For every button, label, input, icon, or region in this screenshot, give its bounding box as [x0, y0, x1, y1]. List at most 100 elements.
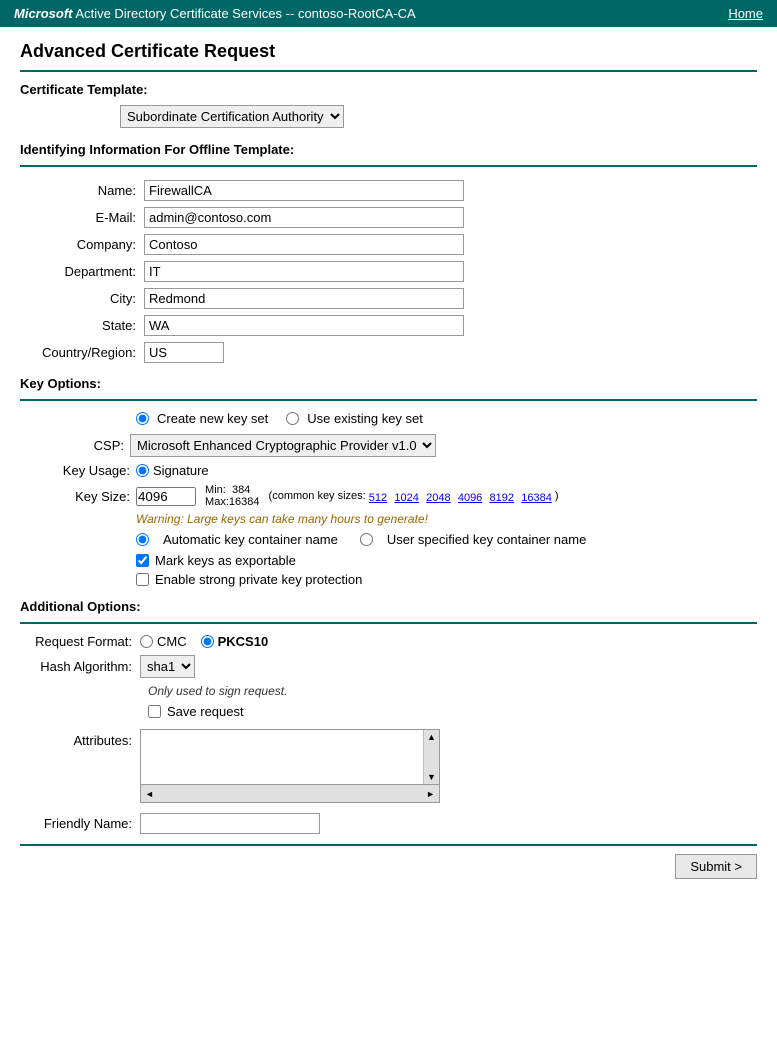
city-input[interactable]	[144, 288, 464, 309]
header-service: Active Directory Certificate Services	[75, 6, 282, 21]
attributes-textarea-outer: ▲ ▼	[140, 729, 440, 785]
friendly-name-label: Friendly Name:	[20, 816, 140, 831]
use-existing-keyset-radio[interactable]	[286, 412, 299, 425]
name-row: Name:	[20, 177, 757, 204]
key-options-section: Key Options: Create new key set Use exis…	[20, 376, 757, 587]
main-content: Advanced Certificate Request Certificate…	[0, 27, 777, 899]
submit-button[interactable]: Submit >	[675, 854, 757, 879]
state-input[interactable]	[144, 315, 464, 336]
email-row: E-Mail:	[20, 204, 757, 231]
friendly-name-input[interactable]	[140, 813, 320, 834]
identifying-divider	[20, 165, 757, 167]
additional-options-label: Additional Options:	[20, 599, 757, 614]
name-input[interactable]	[144, 180, 464, 201]
department-row: Department:	[20, 258, 757, 285]
user-container-label[interactable]: User specified key container name	[387, 532, 586, 547]
key-usage-label: Key Usage:	[20, 463, 136, 478]
key-size-links: 512 1024 2048 4096 8192 16384	[369, 489, 552, 504]
user-container-radio[interactable]	[360, 533, 373, 546]
request-format-label: Request Format:	[20, 634, 140, 649]
title-divider	[20, 70, 757, 72]
enable-strong-protection-label[interactable]: Enable strong private key protection	[155, 572, 362, 587]
name-label: Name:	[20, 177, 140, 204]
attributes-label: Attributes:	[20, 729, 140, 748]
save-request-row: Save request	[148, 704, 757, 719]
submit-row: Submit >	[20, 844, 757, 879]
key-usage-signature-label[interactable]: Signature	[153, 463, 209, 478]
size-8192-link[interactable]: 8192	[490, 492, 514, 504]
auto-container-radio[interactable]	[136, 533, 149, 546]
city-row: City:	[20, 285, 757, 312]
department-input-cell	[140, 258, 757, 285]
csp-label: CSP:	[20, 438, 130, 453]
key-size-input[interactable]	[136, 487, 196, 506]
save-request-label[interactable]: Save request	[167, 704, 244, 719]
size-16384-link[interactable]: 16384	[521, 492, 552, 504]
csp-row: CSP: Microsoft Enhanced Cryptographic Pr…	[20, 434, 757, 457]
key-options-divider	[20, 399, 757, 401]
page-title: Advanced Certificate Request	[20, 41, 757, 62]
scroll-down-icon[interactable]: ▼	[427, 772, 436, 782]
save-request-checkbox[interactable]	[148, 705, 161, 718]
key-options-label: Key Options:	[20, 376, 757, 391]
request-format-row: Request Format: CMC PKCS10	[20, 634, 757, 649]
mark-exportable-checkbox[interactable]	[136, 554, 149, 567]
size-512-link[interactable]: 512	[369, 492, 387, 504]
scroll-right-icon[interactable]: ►	[426, 789, 435, 799]
city-input-cell	[140, 285, 757, 312]
country-row: Country/Region:	[20, 339, 757, 366]
use-existing-keyset-label[interactable]: Use existing key set	[307, 411, 423, 426]
home-link[interactable]: Home	[728, 6, 763, 21]
create-new-keyset-label[interactable]: Create new key set	[157, 411, 268, 426]
country-label: Country/Region:	[20, 339, 140, 366]
container-name-row: Automatic key container name User specif…	[136, 532, 757, 547]
name-input-cell	[140, 177, 757, 204]
pkcs10-radio[interactable]	[201, 635, 214, 648]
company-input-cell	[140, 231, 757, 258]
identifying-info-table: Name: E-Mail: Company: Department: City:	[20, 177, 757, 366]
state-row: State:	[20, 312, 757, 339]
csp-select[interactable]: Microsoft Enhanced Cryptographic Provide…	[130, 434, 436, 457]
size-4096-link[interactable]: 4096	[458, 492, 482, 504]
scroll-left-icon[interactable]: ◄	[145, 789, 154, 799]
attributes-textarea[interactable]	[141, 730, 423, 784]
auto-container-label[interactable]: Automatic key container name	[163, 532, 338, 547]
scroll-up-icon[interactable]: ▲	[427, 732, 436, 742]
department-label: Department:	[20, 258, 140, 285]
header-separator: --	[286, 6, 295, 21]
key-size-row: Key Size: Min: 384 Max:16384 (common key…	[20, 484, 757, 508]
company-label: Company:	[20, 231, 140, 258]
size-1024-link[interactable]: 1024	[394, 492, 418, 504]
strong-protection-row: Enable strong private key protection	[136, 572, 757, 587]
common-sizes-end: )	[552, 490, 559, 502]
key-usage-signature-radio[interactable]	[136, 464, 149, 477]
key-size-min: Min: 384 Max:16384	[202, 484, 259, 508]
mark-exportable-label[interactable]: Mark keys as exportable	[155, 553, 296, 568]
email-input-cell	[140, 204, 757, 231]
cert-template-select[interactable]: Subordinate Certification Authority	[120, 105, 344, 128]
attributes-vscrollbar[interactable]: ▲ ▼	[423, 730, 439, 784]
company-row: Company:	[20, 231, 757, 258]
country-input-cell	[140, 339, 757, 366]
email-input[interactable]	[144, 207, 464, 228]
cmc-label[interactable]: CMC	[157, 634, 187, 649]
country-input[interactable]	[144, 342, 224, 363]
cert-template-label: Certificate Template:	[20, 82, 757, 97]
department-input[interactable]	[144, 261, 464, 282]
attributes-hscrollbar[interactable]: ◄ ►	[140, 785, 440, 803]
email-label: E-Mail:	[20, 204, 140, 231]
common-sizes-label: (common key sizes:	[265, 490, 368, 502]
state-label: State:	[20, 312, 140, 339]
additional-options-section: Additional Options: Request Format: CMC …	[20, 599, 757, 834]
cmc-radio[interactable]	[140, 635, 153, 648]
create-new-keyset-radio[interactable]	[136, 412, 149, 425]
pkcs10-label[interactable]: PKCS10	[218, 634, 269, 649]
hash-algo-select[interactable]: sha1	[140, 655, 195, 678]
enable-strong-protection-checkbox[interactable]	[136, 573, 149, 586]
identifying-info-label: Identifying Information For Offline Temp…	[20, 142, 757, 157]
company-input[interactable]	[144, 234, 464, 255]
size-2048-link[interactable]: 2048	[426, 492, 450, 504]
key-usage-row: Key Usage: Signature	[20, 463, 757, 478]
state-input-cell	[140, 312, 757, 339]
additional-options-divider	[20, 622, 757, 624]
